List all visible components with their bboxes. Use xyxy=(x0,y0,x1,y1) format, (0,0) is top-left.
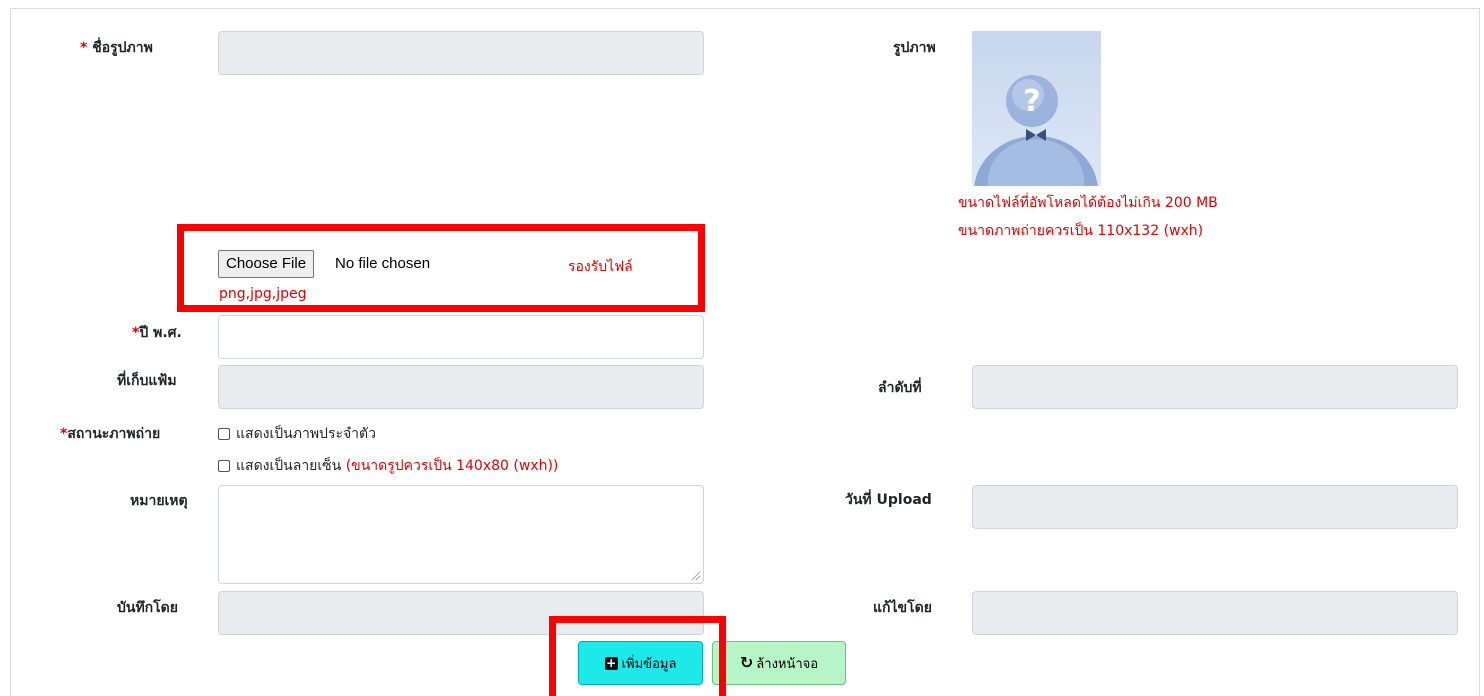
signature-option[interactable]: แสดงเป็นลายเซ็น (ขนาดรูปควรเป็น 140x80 (… xyxy=(218,455,558,477)
clear-screen-label: ล้างหน้าจอ xyxy=(756,656,819,672)
year-label: *ปี พ.ศ. xyxy=(132,325,182,341)
svg-text:?: ? xyxy=(1023,84,1040,119)
note-label: หมายเหตุ xyxy=(130,493,188,509)
note-textarea[interactable] xyxy=(218,485,704,584)
file-size-note: ขนาดไฟล์ที่อัพโหลดได้ต้องไม่เกิน 200 MB xyxy=(958,195,1218,211)
edited-by-input[interactable] xyxy=(972,591,1458,635)
image-label: รูปภาพ xyxy=(893,40,936,56)
profile-photo-option[interactable]: แสดงเป็นภาพประจำตัว xyxy=(218,423,376,445)
signature-size-note: (ขนาดรูปควรเป็น 140x80 (wxh)) xyxy=(345,458,559,474)
upload-date-label: วันที่ Upload xyxy=(845,492,932,508)
edited-by-label: แก้ไขโดย xyxy=(873,600,932,616)
highlight-box-add xyxy=(549,616,726,696)
order-label: ลำดับที่ xyxy=(878,380,922,396)
resize-handle[interactable] xyxy=(692,572,700,580)
folder-label: ที่เก็บแฟ้ม xyxy=(117,373,177,389)
image-dimension-note: ขนาดภาพถ่ายควรเป็น 110x132 (wxh) xyxy=(958,223,1204,239)
year-input[interactable] xyxy=(218,315,704,359)
image-name-input[interactable] xyxy=(218,31,704,75)
profile-photo-checkbox[interactable] xyxy=(218,428,230,440)
photo-status-label: *สถานะภาพถ่าย xyxy=(60,426,161,442)
image-name-label: * ชื่อรูปภาพ xyxy=(80,40,153,56)
signature-checkbox[interactable] xyxy=(218,460,230,472)
upload-date-input[interactable] xyxy=(972,485,1458,529)
clear-screen-button[interactable]: ↻ ล้างหน้าจอ xyxy=(712,641,846,685)
refresh-icon: ↻ xyxy=(739,653,754,672)
order-input[interactable] xyxy=(972,365,1458,409)
signature-option-label: แสดงเป็นลายเซ็น xyxy=(236,458,342,474)
profile-photo-option-label: แสดงเป็นภาพประจำตัว xyxy=(236,426,376,442)
saved-by-label: บันทึกโดย xyxy=(117,600,178,616)
folder-input[interactable] xyxy=(218,365,704,409)
unknown-person-icon: ? xyxy=(972,31,1101,186)
highlight-box-file xyxy=(177,224,705,312)
